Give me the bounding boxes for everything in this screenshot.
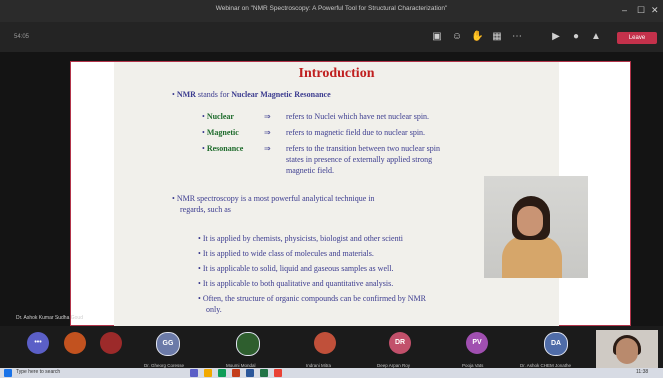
avatar: DR [389, 332, 411, 354]
participant-tile[interactable]: DR Deep Arpan Roy [377, 332, 411, 368]
pdf-icon[interactable] [274, 369, 282, 377]
intro-term: Nuclear Magnetic Resonance [231, 90, 331, 99]
bullet-text: It is applied to wide class of molecules… [202, 249, 374, 258]
self-face [616, 338, 638, 364]
window-title: Webinar on "NMR Spectroscopy: A Powerful… [215, 5, 448, 12]
definition-row: • Resonance [202, 144, 244, 153]
intro-line: • NMR stands for Nuclear Magnetic Resona… [172, 90, 331, 99]
definition-text: refers to the transition between two nuc… [286, 144, 440, 153]
bullet-text: It is applicable to both qualitative and… [202, 279, 394, 288]
word-icon[interactable] [246, 369, 254, 377]
taskbar-clock: 11:38 [636, 369, 649, 375]
bullet-text: It is applied by chemists, physicists, b… [202, 234, 404, 243]
avatar: DA [544, 332, 568, 356]
paragraph-text: NMR spectroscopy is a most powerful anal… [176, 194, 375, 203]
minimize-icon[interactable]: – [622, 4, 627, 16]
bullet-text: Often, the structure of organic compound… [202, 294, 426, 303]
close-icon[interactable]: ✕ [651, 4, 659, 16]
bullet-text: It is applicable to solid, liquid and ga… [202, 264, 394, 273]
paragraph-line: • NMR spectroscopy is a most powerful an… [172, 194, 375, 203]
avatar: GG [156, 332, 180, 356]
meeting-toolbar: 54:05 ▣ ☺ ✋ ▦ ⋯ ▶ ● ▲ Leave [0, 22, 663, 52]
participant-tile[interactable]: ••• [27, 332, 49, 354]
definition-row: • Magnetic [202, 128, 239, 137]
participant-tile[interactable]: GG Dr. Gheorg Coresse [144, 332, 184, 368]
presenter-video[interactable] [484, 176, 588, 278]
arrow-icon: ⇒ [264, 144, 271, 153]
intro-mid: stands for [195, 90, 232, 99]
participant-tile[interactable] [64, 332, 86, 354]
taskbar-search[interactable]: Type here to search [16, 369, 60, 375]
apps-icon[interactable]: ▦ [491, 31, 503, 43]
mic-icon[interactable]: ● [570, 31, 582, 43]
arrow-icon: ⇒ [264, 112, 271, 121]
avatar: PV [466, 332, 488, 354]
bullet-item: • It is applicable to both qualitative a… [198, 279, 394, 288]
avatar [100, 332, 122, 354]
arrow-icon: ⇒ [264, 128, 271, 137]
reactions-icon[interactable]: ☺ [451, 31, 463, 43]
window-titlebar: Webinar on "NMR Spectroscopy: A Powerful… [0, 0, 663, 22]
teams-icon[interactable] [190, 369, 198, 377]
definition-continuation: magnetic field. [286, 166, 334, 175]
avatar [64, 332, 86, 354]
excel-icon[interactable] [260, 369, 268, 377]
start-icon[interactable] [4, 369, 12, 377]
paragraph-line: regards, such as [180, 205, 231, 214]
definition-row: • Nuclear [202, 112, 234, 121]
definition-continuation: states in presence of externally applied… [286, 155, 433, 164]
participant-tile[interactable] [100, 332, 122, 354]
slide-title: Introduction [298, 66, 375, 81]
participant-strip: ••• GG Dr. Gheorg Coresse Moumi Mondal I… [0, 326, 663, 368]
os-taskbar: Type here to search 11:38 [0, 368, 663, 378]
definition-term: Nuclear [206, 112, 234, 121]
more-participants-icon[interactable]: ••• [27, 332, 49, 354]
chrome-icon[interactable] [218, 369, 226, 377]
participant-tile[interactable]: PV Pooja Vats [462, 332, 488, 368]
bullet-item: • Often, the structure of organic compou… [198, 294, 426, 303]
participant-tile[interactable]: Moumi Mondal [226, 332, 260, 368]
presenter-name-label: Dr. Ashok Kumar Sudha Goud [16, 315, 83, 321]
folder-icon[interactable] [204, 369, 212, 377]
camera-icon[interactable]: ▶ [550, 31, 562, 43]
avatar [236, 332, 260, 356]
bullet-item: • It is applicable to solid, liquid and … [198, 264, 394, 273]
participant-tile[interactable]: DA Dr. Ashok CHEM Jonathe [520, 332, 571, 368]
presenter-face [517, 206, 543, 236]
maximize-icon[interactable]: ☐ [637, 4, 645, 16]
definition-term: Magnetic [206, 128, 239, 137]
bullet-continuation: only. [206, 305, 222, 314]
presenter-body [502, 236, 562, 278]
share-icon[interactable]: ▲ [590, 31, 602, 43]
more-icon[interactable]: ⋯ [511, 31, 523, 43]
definition-term: Resonance [206, 144, 244, 153]
definition-text: refers to magnetic field due to nuclear … [286, 128, 426, 137]
raise-hand-icon[interactable]: ✋ [471, 31, 483, 43]
participant-tile[interactable]: Indrani Mitra [306, 332, 336, 368]
avatar [314, 332, 336, 354]
self-view-thumbnail[interactable] [596, 330, 658, 370]
intro-prefix: NMR [176, 90, 196, 99]
chat-icon[interactable]: ▣ [431, 31, 443, 43]
leave-button[interactable]: Leave [617, 32, 657, 44]
meeting-timer: 54:05 [14, 34, 30, 40]
powerpoint-icon[interactable] [232, 369, 240, 377]
bullet-item: • It is applied by chemists, physicists,… [198, 234, 404, 243]
bullet-item: • It is applied to wide class of molecul… [198, 249, 374, 258]
definition-text: refers to Nuclei which have net nuclear … [286, 112, 430, 121]
